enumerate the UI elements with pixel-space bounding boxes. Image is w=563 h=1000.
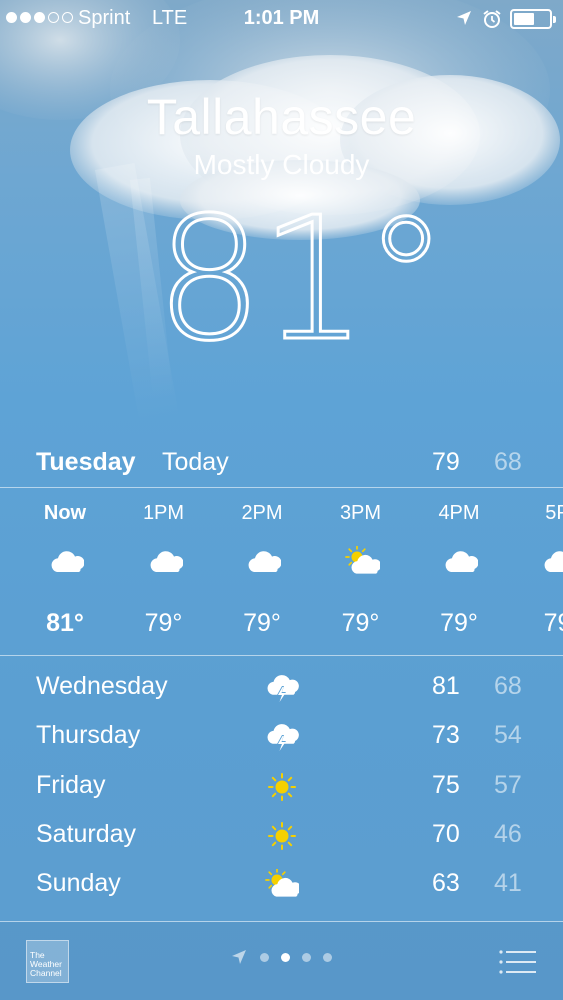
hour-label: Now: [43, 502, 87, 524]
today-low: 68: [494, 448, 522, 476]
hour-temperature: 81°: [46, 609, 84, 637]
partly-sunny-icon: [265, 868, 302, 901]
hour-label: 3PM: [339, 502, 382, 524]
city-list-button[interactable]: [498, 948, 538, 976]
today-high: 79: [432, 448, 460, 476]
day-high: 75: [432, 770, 460, 799]
today-label: Today: [162, 448, 229, 476]
page-dot[interactable]: [302, 952, 311, 962]
page-dot[interactable]: [323, 952, 332, 962]
battery-icon: [510, 9, 556, 29]
current-location-icon: [232, 950, 246, 964]
location-services-icon: [455, 9, 473, 33]
clock: 1:01 PM: [243, 7, 320, 29]
hour-temperature: 79°: [243, 609, 281, 637]
day-name: Sunday: [36, 869, 121, 898]
day-low: 46: [494, 819, 522, 848]
day-name: Thursday: [36, 721, 141, 750]
cloud-icon: [245, 546, 282, 578]
page-dot[interactable]: [281, 952, 290, 962]
daily-row: Wednesday 81 68: [0, 666, 563, 712]
divider: [0, 655, 563, 656]
page-dot[interactable]: [260, 952, 269, 962]
cloud-icon: [442, 546, 479, 578]
daily-row: Saturday 70 46: [0, 814, 563, 860]
bottom-toolbar: The Weather Channel: [0, 922, 563, 1000]
day-high: 70: [432, 819, 460, 848]
current-temperature: 81°: [0, 180, 563, 393]
hour-label: 5P: [545, 502, 563, 524]
today-day: Tuesday: [36, 448, 136, 476]
day-low: 41: [494, 869, 522, 898]
hour-temperature: 79: [543, 609, 563, 637]
today-summary: Tuesday Today 79 68: [0, 444, 563, 486]
page-indicator[interactable]: [230, 948, 332, 966]
current-condition: Mostly Cloudy: [193, 149, 370, 180]
cloud-icon: [147, 546, 184, 578]
cloud-icon: [48, 546, 85, 578]
cloud-icon: [541, 546, 563, 578]
list-icon: [499, 950, 536, 974]
logo-line: Channel: [30, 968, 62, 978]
day-high: 63: [432, 869, 460, 898]
day-name: Saturday: [36, 819, 137, 848]
partly-sunny-icon: [344, 545, 381, 578]
day-high: 81: [432, 672, 460, 700]
sun-icon: [265, 820, 299, 852]
daily-row: Friday 75 57: [0, 765, 563, 811]
day-low: 57: [494, 770, 522, 799]
city-name: Tallahassee: [146, 89, 417, 145]
battery-level: [514, 13, 535, 25]
sun-icon: [265, 771, 299, 803]
weather-channel-logo[interactable]: The Weather Channel: [26, 940, 69, 983]
status-bar: Sprint LTE 1:01 PM: [0, 0, 563, 38]
hour-label: 2PM: [241, 502, 283, 524]
alarm-icon: [481, 8, 503, 36]
hour-temperature: 79°: [341, 609, 380, 637]
day-name: Wednesday: [36, 672, 168, 700]
daily-row: Thursday 73 54: [0, 715, 563, 761]
day-high: 73: [432, 721, 460, 750]
thunderstorm-icon: [265, 721, 299, 753]
hourly-forecast[interactable]: Now 81° 1PM 79° 2PM 79° 3PM 79° 4PM 79° 5P 79: [0, 488, 563, 654]
day-low: 68: [494, 672, 522, 700]
day-name: Friday: [36, 770, 106, 799]
hour-label: 1PM: [142, 502, 185, 524]
hour-temperature: 79°: [440, 609, 478, 637]
hour-temperature: 79°: [144, 609, 183, 637]
current-temperature-text: 81°: [155, 186, 444, 366]
day-low: 54: [494, 721, 522, 750]
hour-label: 4PM: [438, 502, 480, 524]
daily-row: Sunday 63 41: [0, 863, 563, 909]
thunderstorm-icon: [265, 672, 299, 704]
